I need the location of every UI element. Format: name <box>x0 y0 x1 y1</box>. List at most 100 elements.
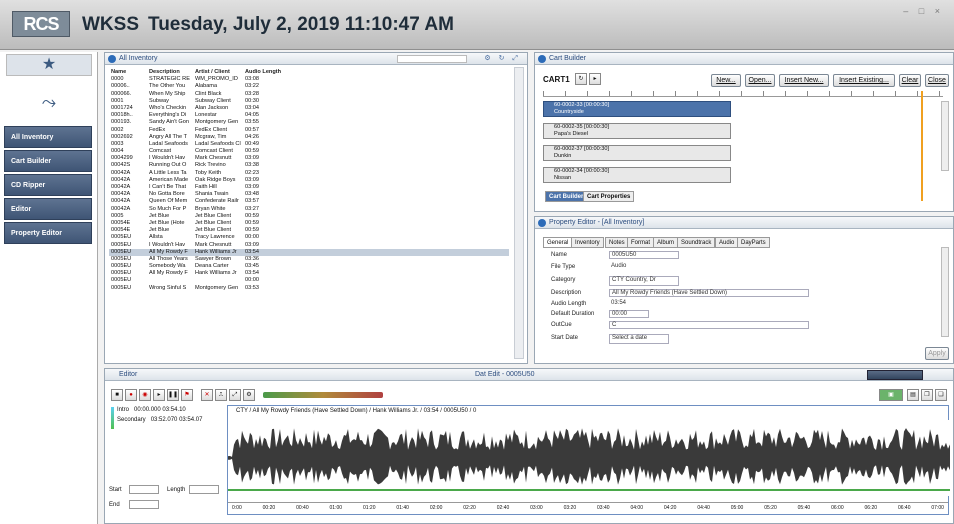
property-scrollbar[interactable] <box>941 247 949 337</box>
col-length[interactable]: Audio Length <box>243 69 283 76</box>
stop-icon[interactable]: ■ <box>111 389 123 401</box>
length-input[interactable] <box>189 485 219 494</box>
col-description[interactable]: Description <box>147 69 193 76</box>
table-row[interactable]: 0000 STRATEGIC RE WM_PROMO_ID 03:08 <box>109 76 509 83</box>
table-row[interactable]: 0005EU I Wouldn't Hav Mark Chesnutt 03:09 <box>109 242 509 249</box>
cart-item[interactable]: 60-0002-35 [00:00:30] Papa's Diesel <box>543 123 731 139</box>
copy-icon[interactable]: ❐ <box>921 389 933 401</box>
open-button[interactable]: Open... <box>745 74 775 87</box>
pane-controls[interactable]: ⚙ ↻ ⤢ <box>484 54 521 63</box>
table-row[interactable]: 0005EU 00:00 <box>109 277 509 284</box>
table-row[interactable]: 0001724 Who's Checkin Alan Jackson 03:04 <box>109 105 509 112</box>
table-row[interactable]: 00042A So Much For P Bryan White 03:27 <box>109 206 509 213</box>
cart-play-icon[interactable]: ▸ <box>589 73 601 85</box>
table-row[interactable]: 000193. Sandy Ain't Gon Montgomery Gen 03:5… <box>109 119 509 126</box>
delete-icon[interactable]: ✕ <box>201 389 213 401</box>
star-icon[interactable]: ★ <box>6 54 92 76</box>
playhead[interactable] <box>921 91 923 201</box>
new-button[interactable]: New... <box>711 74 741 87</box>
cart-scrollbar[interactable] <box>941 101 949 171</box>
end-input[interactable] <box>129 500 159 509</box>
tab-inventory[interactable]: Inventory <box>571 237 604 248</box>
tab-album[interactable]: Album <box>653 237 679 248</box>
table-row[interactable]: 0001 Subway Subway Client 00:30 <box>109 98 509 105</box>
table-row[interactable]: 0005EU All Those Years Sawyer Brown 03:36 <box>109 256 509 263</box>
sidebar-item-editor[interactable]: Editor <box>4 198 92 220</box>
description-field[interactable]: All My Rowdy Friends (Have Settled Down) <box>609 289 809 297</box>
pause-icon[interactable]: ❚❚ <box>167 389 179 401</box>
table-row[interactable]: 0004299 I Wouldn't Hav Mark Chesnutt 03:09 <box>109 155 509 162</box>
table-row[interactable]: 0005EU Wrong Sinful S Montgomery Gen 03:53 <box>109 285 509 292</box>
table-row[interactable]: 0004 Comcast Comcast Client 00:59 <box>109 148 509 155</box>
search-input[interactable] <box>397 55 467 63</box>
cart-item[interactable]: 60-0002-33 [00:00:30] Countryside <box>543 101 731 117</box>
table-row[interactable]: 0003 Ladal Seafoods Ladal Seafoods Cl 00:49 <box>109 141 509 148</box>
cart-item[interactable]: 60-0002-34 [00:00:30] Nissan <box>543 167 731 183</box>
sidebar-item-property-editor[interactable]: Property Editor <box>4 222 92 244</box>
zoom-icon[interactable]: ⤢ <box>229 389 241 401</box>
table-row[interactable]: 0002 FedEx FedEx Client 00:57 <box>109 127 509 134</box>
tab-soundtrack[interactable]: Soundtrack <box>677 237 716 248</box>
tab-audio[interactable]: Audio <box>715 237 739 248</box>
tab-general[interactable]: General <box>543 237 573 248</box>
sidebar-item-cd-ripper[interactable]: CD Ripper <box>4 174 92 196</box>
table-row[interactable]: 00054E Jet Blue (Hote Jet Blue Client 00:59 <box>109 220 509 227</box>
table-row[interactable]: 00006.. The Other You Alabama 03:22 <box>109 83 509 90</box>
table-row[interactable]: 00042A No Gotta Bore Shania Twain 03:48 <box>109 191 509 198</box>
table-row[interactable]: 00018h.. Everything's Di Lonestar 04:05 <box>109 112 509 119</box>
insert-existing-button[interactable]: Insert Existing... <box>833 74 895 87</box>
table-row[interactable]: 00042A A Little Less Ta Toby Keith 02:23 <box>109 170 509 177</box>
view-icon[interactable]: ▣ <box>879 389 903 401</box>
table-row[interactable]: 00042A American Made Oak Ridge Boys 03:09 <box>109 177 509 184</box>
settings-icon[interactable]: ⚙ <box>243 389 255 401</box>
inventory-title-text: All Inventory <box>119 55 158 62</box>
table-cell: FedEx <box>149 126 166 133</box>
close-button[interactable]: Close <box>925 74 949 87</box>
marker-secondary[interactable]: Secondary 03:52.070 03:54.07 <box>117 417 202 423</box>
clear-button[interactable]: Clear <box>899 74 921 87</box>
table-row[interactable]: 00042A I Can't Be That Faith Hill 03:09 <box>109 184 509 191</box>
table-row[interactable]: 0005EU All My Rowdy F Hank Williams Jr 03:5… <box>109 270 509 277</box>
table-row[interactable]: 0005EU All My Rowdy F Hank Williams Jr 03:5… <box>109 248 509 256</box>
record-icon[interactable]: ● <box>125 389 137 401</box>
waveform-area[interactable]: CTY / All My Rowdy Friends (Have Settled… <box>227 405 950 515</box>
sidebar-item-all-inventory[interactable]: All Inventory <box>4 126 92 148</box>
tab-cart-builder[interactable]: Cart Builder <box>545 191 588 202</box>
tab-format[interactable]: Format <box>627 237 655 248</box>
table-row[interactable]: 0005EU Somebody Wa Deana Carter 03:45 <box>109 263 509 270</box>
marker-intro[interactable]: Intro 00:00.000 03:54.10 <box>117 407 186 413</box>
table-row[interactable]: 00042A Queen Of Mem Confederate Railr 03:57 <box>109 198 509 205</box>
insert-new-button[interactable]: Insert New... <box>779 74 829 87</box>
outcue-field[interactable]: C <box>609 321 809 329</box>
default-duration-field[interactable]: 00:00 <box>609 310 649 318</box>
start-date-picker[interactable]: Select a date <box>609 334 669 344</box>
save-icon[interactable]: ▤ <box>907 389 919 401</box>
record-alt-icon[interactable]: ◉ <box>139 389 151 401</box>
tab-notes[interactable]: Notes <box>605 237 629 248</box>
table-row[interactable]: 0002692 Angry All The T Mcgraw, Tim 04:26 <box>109 134 509 141</box>
level-meter <box>263 392 383 398</box>
inventory-scrollbar[interactable] <box>514 67 524 359</box>
editor-view-toggle[interactable] <box>867 370 923 380</box>
table-row[interactable]: 000066. When My Ship Clint Black 03:28 <box>109 91 509 98</box>
sidebar-item-cart-builder[interactable]: Cart Builder <box>4 150 92 172</box>
tab-cart-properties[interactable]: Cart Properties <box>583 191 635 202</box>
trim-icon[interactable]: ⎍ <box>215 389 227 401</box>
category-select[interactable]: CTY Country, Dr <box>609 276 679 286</box>
table-row[interactable]: 0005EU Allsta Tracy Lawrence 00:00 <box>109 234 509 241</box>
table-row[interactable]: 0005 Jet Blue Jet Blue Client 00:59 <box>109 213 509 220</box>
mark-icon[interactable]: ⚑ <box>181 389 193 401</box>
window-controls[interactable]: – □ × <box>903 6 944 16</box>
tab-dayparts[interactable]: DayParts <box>737 237 770 248</box>
apply-button[interactable]: Apply <box>925 347 949 360</box>
table-row[interactable]: 00042S Running Out O Rick Trevino 03:38 <box>109 162 509 169</box>
table-row[interactable]: 00054E Jet Blue Jet Blue Client 00:59 <box>109 227 509 234</box>
start-input[interactable] <box>129 485 159 494</box>
col-artist[interactable]: Artist / Client <box>193 69 243 76</box>
paste-icon[interactable]: ❑ <box>935 389 947 401</box>
col-name[interactable]: Name <box>109 69 147 76</box>
cart-item[interactable]: 60-0002-37 [00:00:30] Dunkin <box>543 145 731 161</box>
cart-refresh-icon[interactable]: ↻ <box>575 73 587 85</box>
name-field[interactable]: 0005U50 <box>609 251 679 259</box>
play-icon[interactable]: ▸ <box>153 389 165 401</box>
